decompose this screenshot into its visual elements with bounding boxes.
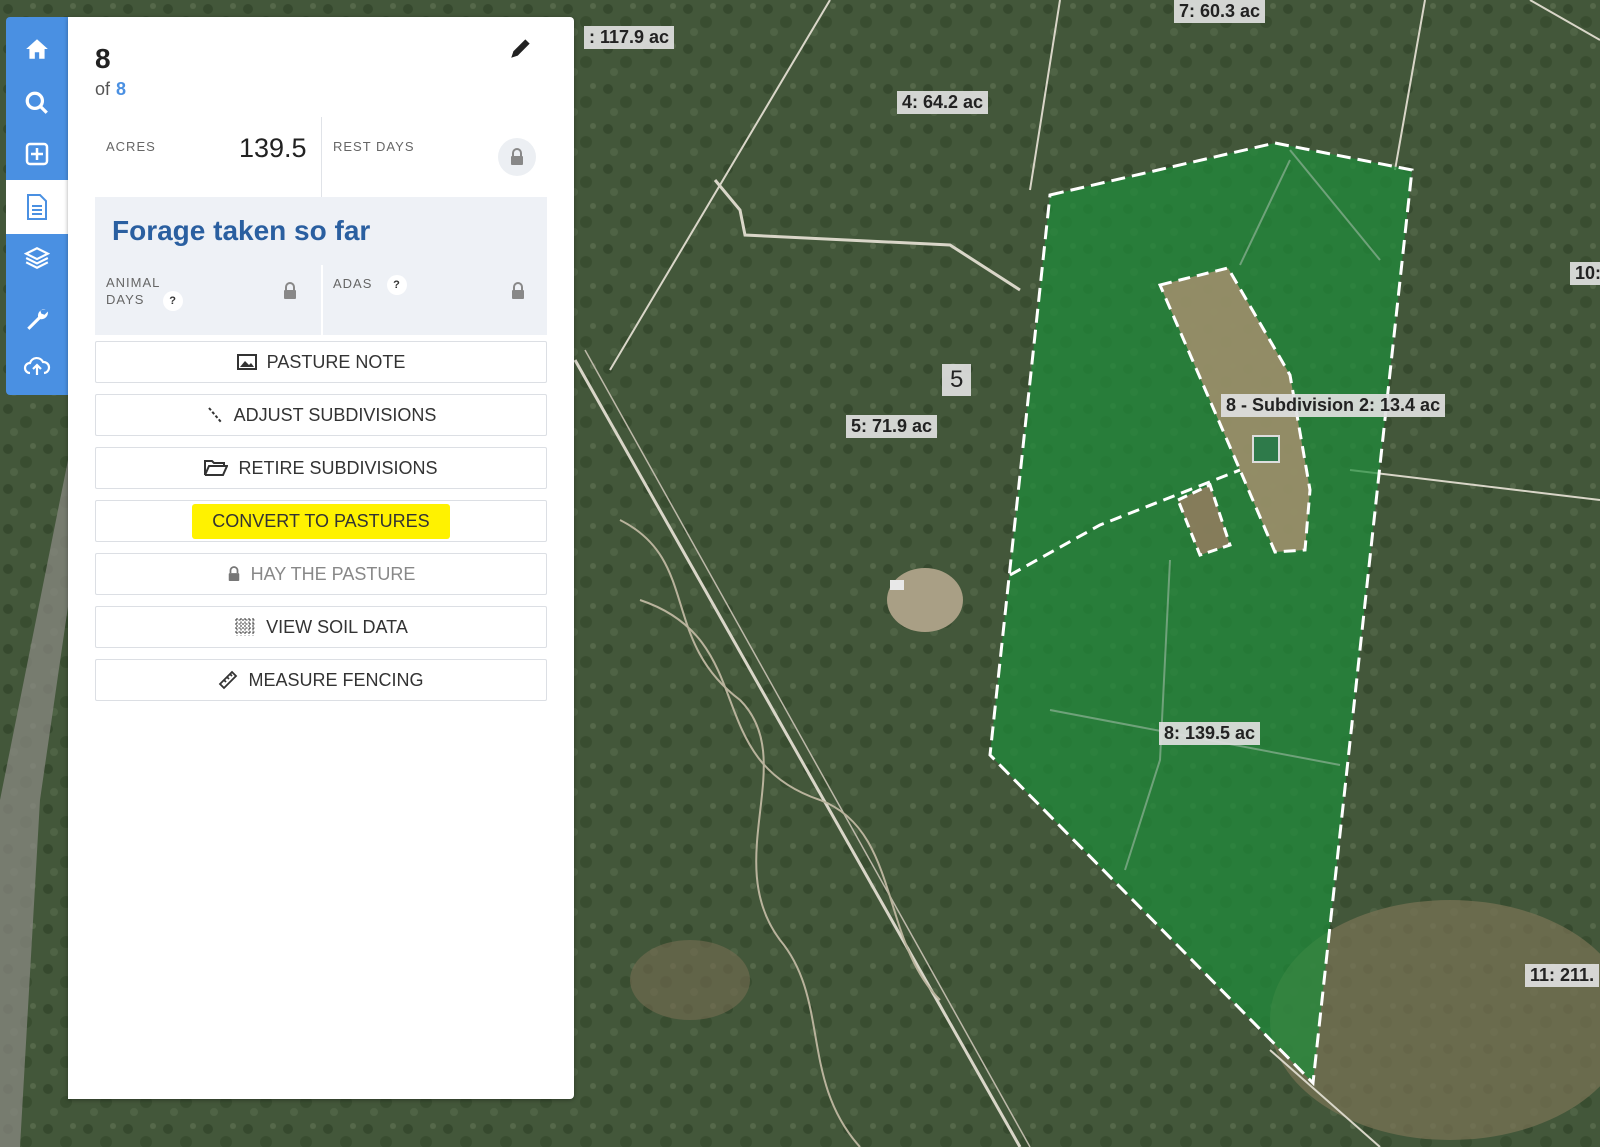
folder-open-icon [204,460,229,476]
building [890,580,904,590]
ruler-icon [219,670,238,690]
acres-value: 139.5 [239,133,307,163]
pasture-detail-panel: 8 of 8 ACRES 139.5 REST DAYS Forage taken… [68,17,574,1099]
wrench-icon [27,309,48,330]
grid-icon [235,618,256,636]
pond [1252,435,1280,463]
animal-days-label: ANIMAL DAYS ? [106,275,184,311]
left-toolbar [6,17,68,395]
measure-fencing-label: MEASURE FENCING [248,669,424,690]
search-icon [25,91,48,114]
pasture-note-label: PASTURE NOTE [266,351,406,372]
hay-the-pasture-label: HAY THE PASTURE [250,563,416,584]
map-label-pasture-11: 11: 211. [1525,964,1600,987]
add-box-icon [25,142,49,166]
rest-days-label: REST DAYS [333,139,415,154]
pasture-number: 8 [95,43,111,74]
map-label-pasture-4: 4: 64.2 ac [897,91,989,114]
map-label-pasture-number-5: 5 [942,364,972,396]
adas-lock [499,272,537,310]
layers-icon [24,247,50,269]
forage-section: Forage taken so far ANIMAL DAYS ? ADAS ? [95,197,547,335]
rest-days-lock [498,138,536,176]
line-icon [207,407,222,423]
adas-label: ADAS ? [333,275,408,295]
layers-button[interactable] [6,231,68,285]
image-icon [236,354,257,370]
document-icon [27,194,47,220]
adjust-subdivisions-button[interactable]: ADJUST SUBDIVISIONS [95,394,547,436]
measure-fencing-button[interactable]: MEASURE FENCING [95,659,547,701]
animal-days-help-icon[interactable]: ? [163,291,184,311]
tools-button[interactable] [6,291,68,345]
divider [321,265,323,335]
home-icon [26,39,48,59]
map-label-pasture-8: 8: 139.5 ac [1159,722,1261,745]
lock-icon [284,282,296,299]
pasture-count: of 8 [95,79,126,100]
map-label-pasture-5: 5: 71.9 ac [846,415,938,438]
lock-icon [511,148,523,165]
home-button[interactable] [6,22,68,76]
add-button[interactable] [6,127,68,181]
cloud-upload-icon [23,356,51,375]
edit-button[interactable] [508,35,534,61]
retire-subdivisions-button[interactable]: RETIRE SUBDIVISIONS [95,447,547,489]
search-button[interactable] [6,76,68,130]
acres-label: ACRES [106,139,156,154]
animal-days-label-line2: DAYS [106,292,145,307]
pasture-total[interactable]: 8 [116,79,126,99]
pasture-of-label: of [95,79,111,99]
animal-days-lock [271,272,309,310]
pasture-details-button[interactable] [6,180,68,234]
convert-to-pastures-button[interactable]: CONVERT TO PASTURES [95,500,547,542]
pencil-icon [511,39,530,58]
view-soil-data-label: VIEW SOIL DATA [266,616,408,637]
map-label-subdivision-2: 8 - Subdivision 2: 13.4 ac [1221,394,1446,417]
lock-icon [228,566,239,581]
map-label-pasture-117: : 117.9 ac [584,26,675,49]
adas-label-text: ADAS [333,276,373,291]
adas-help-icon[interactable]: ? [387,275,408,295]
animal-days-label-line1: ANIMAL [106,275,161,290]
map-label-pasture-10: 10: [1570,262,1600,285]
map-label-pasture-7: 7: 60.3 ac [1174,0,1266,23]
view-soil-data-button[interactable]: VIEW SOIL DATA [95,606,547,648]
forage-title: Forage taken so far [112,215,371,246]
hay-the-pasture-button[interactable]: HAY THE PASTURE [95,553,547,595]
pasture-note-button[interactable]: PASTURE NOTE [95,341,547,383]
divider [321,117,322,197]
convert-to-pastures-label: CONVERT TO PASTURES [192,503,450,539]
sync-button[interactable] [6,339,68,393]
adjust-subdivisions-label: ADJUST SUBDIVISIONS [233,404,437,425]
retire-subdivisions-label: RETIRE SUBDIVISIONS [238,457,438,478]
lock-icon [512,282,524,299]
